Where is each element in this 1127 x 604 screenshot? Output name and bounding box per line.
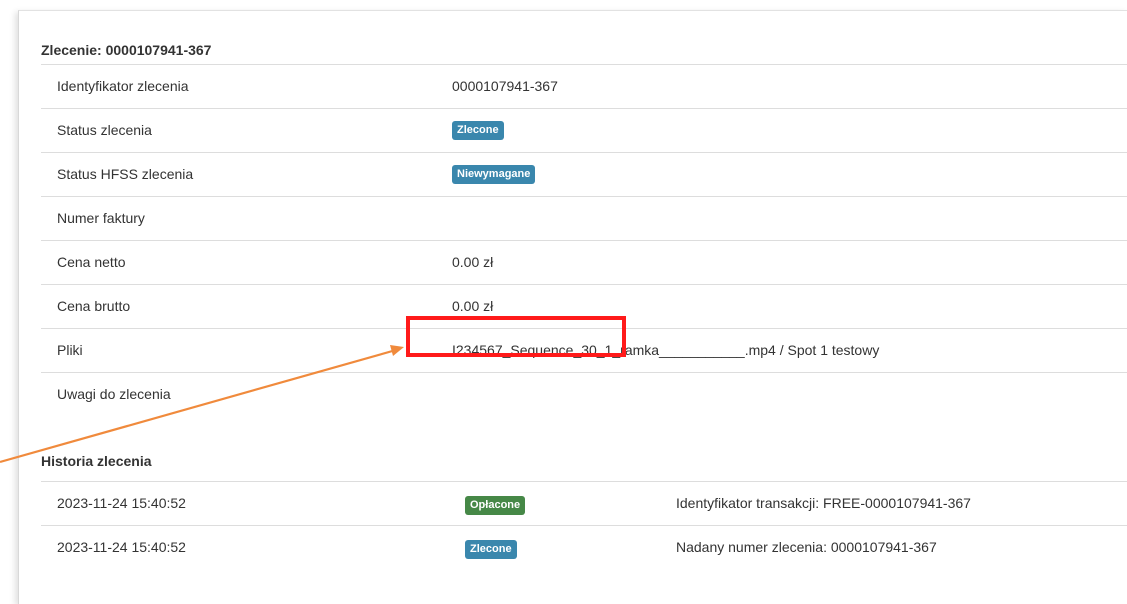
annotation-arrow-icon [0, 345, 404, 464]
